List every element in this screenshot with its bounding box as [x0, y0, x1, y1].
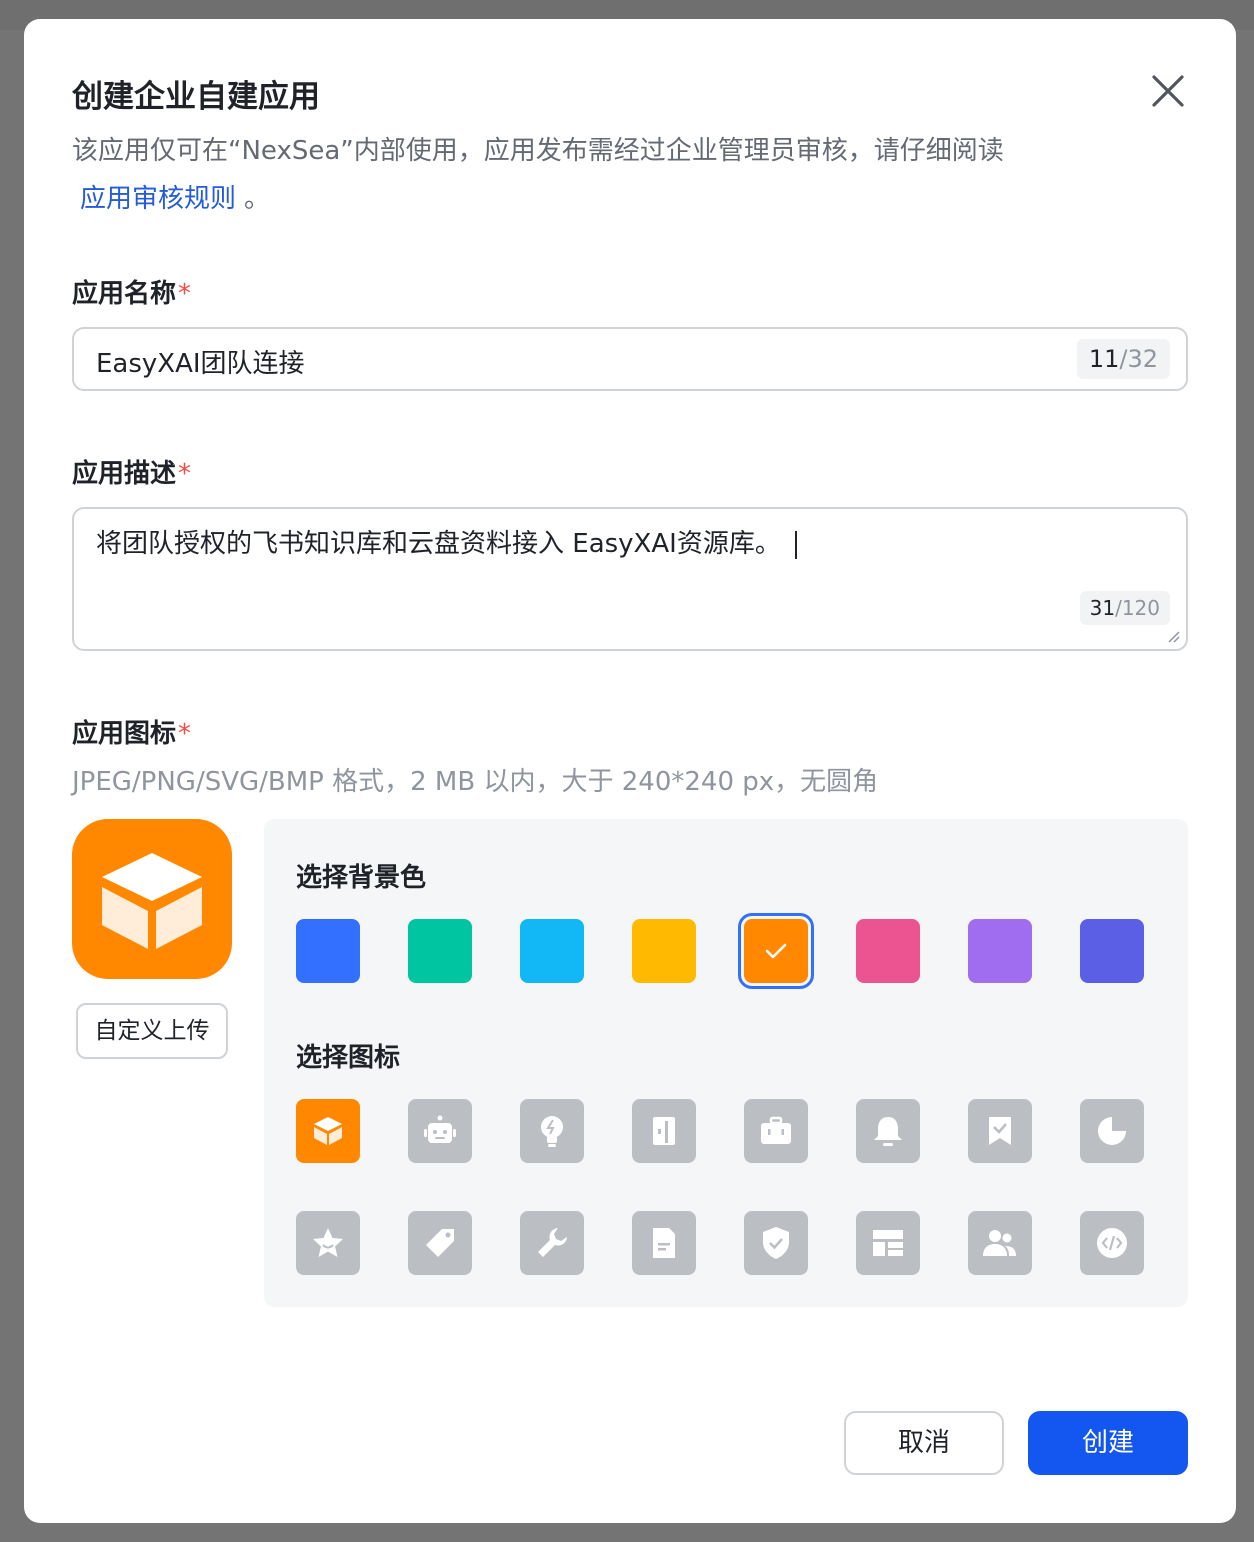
- app-desc-value: 将团队授权的飞书知识库和云盘资料接入 EasyXAI资源库。: [96, 523, 797, 560]
- icon-option-briefcase[interactable]: [744, 1099, 808, 1163]
- description-end: 。: [244, 184, 271, 214]
- required-mark: *: [178, 459, 192, 489]
- description-text: 该应用仅可在“NexSea”内部使用，应用发布需经过企业管理员审核，请仔细阅读: [72, 136, 1004, 166]
- icon-select-title: 选择图标: [296, 1043, 401, 1073]
- resize-handle-icon[interactable]: [1166, 629, 1180, 643]
- users-icon: [983, 1230, 1016, 1256]
- icon-option-star[interactable]: [296, 1211, 360, 1275]
- cube-icon: [102, 853, 202, 949]
- layout-icon: [873, 1230, 903, 1256]
- review-rules-link[interactable]: 应用审核规则: [80, 184, 236, 214]
- app-icon-preview: [72, 819, 232, 979]
- color-swatch-pink[interactable]: [856, 919, 920, 983]
- icon-picker-panel: 选择背景色 选择图标: [264, 819, 1188, 1307]
- cube-icon: [314, 1117, 342, 1145]
- lightbulb-icon: [541, 1116, 563, 1147]
- icon-option-layout[interactable]: [856, 1211, 920, 1275]
- icon-option-code[interactable]: [1080, 1211, 1144, 1275]
- create-button[interactable]: 创建: [1028, 1411, 1188, 1475]
- color-swatch-purple[interactable]: [968, 919, 1032, 983]
- app-name-label-text: 应用名称: [72, 279, 177, 309]
- required-mark: *: [178, 719, 192, 749]
- app-desc-label-text: 应用描述: [72, 459, 177, 489]
- check-icon: [765, 943, 787, 959]
- bell-icon: [874, 1117, 902, 1146]
- icon-option-robot[interactable]: [408, 1099, 472, 1163]
- bookmark-check-icon: [989, 1117, 1011, 1145]
- robot-icon: [424, 1115, 456, 1143]
- icon-option-tag[interactable]: [408, 1211, 472, 1275]
- door-icon: [653, 1117, 675, 1145]
- app-icon-label: 应用图标*: [72, 713, 191, 750]
- shield-check-icon: [763, 1227, 789, 1259]
- icon-option-wrench[interactable]: [520, 1211, 584, 1275]
- icon-option-bell[interactable]: [856, 1099, 920, 1163]
- color-swatch-cyan[interactable]: [520, 919, 584, 983]
- tag-icon: [426, 1229, 454, 1257]
- app-desc-label: 应用描述*: [72, 453, 191, 490]
- icon-option-pie-chart[interactable]: [1080, 1099, 1144, 1163]
- dialog-description: 该应用仅可在“NexSea”内部使用，应用发布需经过企业管理员审核，请仔细阅读 …: [72, 127, 1092, 223]
- app-icon-label-text: 应用图标: [72, 719, 177, 749]
- bg-color-title: 选择背景色: [296, 863, 427, 893]
- briefcase-icon: [761, 1116, 791, 1144]
- star-icon: [313, 1228, 343, 1257]
- icon-option-bookmark-check[interactable]: [968, 1099, 1032, 1163]
- app-desc-count-max: /120: [1115, 596, 1160, 620]
- wrench-icon: [538, 1228, 567, 1257]
- app-name-count-max: /32: [1119, 345, 1158, 373]
- pie-chart-icon: [1098, 1117, 1126, 1145]
- color-swatch-yellow[interactable]: [632, 919, 696, 983]
- color-swatch-teal[interactable]: [408, 919, 472, 983]
- icon-option-document[interactable]: [632, 1211, 696, 1275]
- dialog-title: 创建企业自建应用: [72, 79, 320, 115]
- cancel-button[interactable]: 取消: [844, 1411, 1004, 1475]
- create-app-dialog: 创建企业自建应用 该应用仅可在“NexSea”内部使用，应用发布需经过企业管理员…: [24, 19, 1236, 1523]
- app-name-char-counter: 11/32: [1076, 339, 1170, 379]
- icon-option-users[interactable]: [968, 1211, 1032, 1275]
- color-swatch-blue[interactable]: [296, 919, 360, 983]
- app-icon-hint: JPEG/PNG/SVG/BMP 格式，2 MB 以内，大于 240*240 p…: [72, 767, 879, 797]
- app-name-input[interactable]: EasyXAI团队连接 11/32: [72, 327, 1188, 391]
- app-name-label: 应用名称*: [72, 273, 191, 310]
- document-icon: [653, 1228, 675, 1258]
- icon-option-cube[interactable]: [296, 1099, 360, 1163]
- color-swatch-orange[interactable]: [738, 913, 814, 989]
- required-mark: *: [178, 279, 192, 309]
- app-desc-text: 将团队授权的飞书知识库和云盘资料接入 EasyXAI资源库。: [96, 529, 781, 559]
- icon-option-shield-check[interactable]: [744, 1211, 808, 1275]
- app-desc-textarea[interactable]: 将团队授权的飞书知识库和云盘资料接入 EasyXAI资源库。 31/120: [72, 507, 1188, 651]
- custom-upload-button[interactable]: 自定义上传: [76, 1003, 228, 1059]
- icon-option-lightbulb[interactable]: [520, 1099, 584, 1163]
- app-desc-char-counter: 31/120: [1079, 591, 1170, 625]
- app-name-value: EasyXAI团队连接: [96, 349, 305, 379]
- app-desc-count-current: 31: [1089, 596, 1116, 620]
- close-icon[interactable]: [1148, 71, 1188, 111]
- app-name-count-current: 11: [1088, 345, 1120, 373]
- icon-option-door[interactable]: [632, 1099, 696, 1163]
- color-swatch-indigo[interactable]: [1080, 919, 1144, 983]
- text-caret: [794, 530, 797, 559]
- code-icon: [1097, 1228, 1127, 1258]
